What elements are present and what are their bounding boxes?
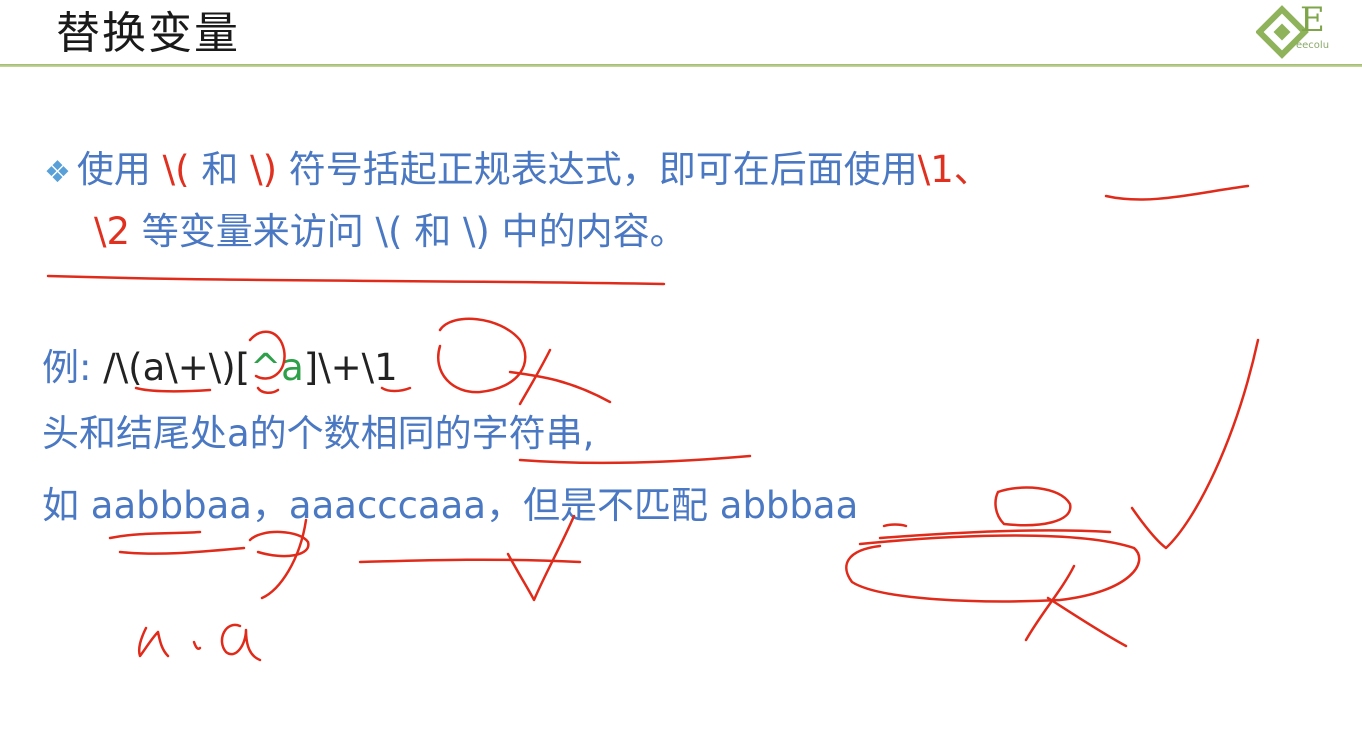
example-text: ，但是不匹配: [486, 484, 720, 527]
nonmatch-example: abbbaa: [719, 484, 859, 527]
ink-cross-nonmatch-1: [1024, 564, 1076, 642]
description-line-1: ❖ 使用 \( 和 \) 符号括起正规表达式，即可在后面使用\1、: [44, 146, 991, 197]
ink-mark-example-1b: [118, 546, 246, 555]
example-label: 例:: [42, 346, 92, 389]
regex-part-1: /\(a\+\)[: [91, 346, 251, 389]
ink-circle-nonmatch: [994, 486, 1072, 527]
ink-circle-example-1: [248, 530, 310, 558]
ink-scribble-aa-3: [220, 623, 262, 662]
example-punct: ，: [251, 484, 289, 527]
ink-cross-regex-2: [518, 348, 552, 406]
example-regex-line: 例: /\(a\+\)[^a]\+\1: [42, 344, 398, 392]
description-line-2: \2 等变量来访问 \( 和 \) 中的内容。: [94, 208, 687, 256]
regex-negated-class: ^a: [250, 346, 304, 389]
ink-underline-example-2: [358, 558, 582, 564]
slide-title: 替换变量: [56, 8, 240, 59]
match-example-2: aaacccaaa: [288, 484, 486, 527]
desc-text: 符号括起正规表达式，即可在后面使用: [277, 148, 918, 191]
desc-text: 等变量来访问 \( 和 \) 中的内容。: [130, 210, 687, 253]
title-divider: [0, 64, 1362, 67]
ink-stroke-example-1: [260, 518, 308, 600]
ink-underline-nonmatch: [882, 523, 908, 528]
example-explanation: 头和结尾处a的个数相同的字符串,: [42, 412, 595, 455]
desc-text: 和: [189, 148, 251, 191]
logo-text: E: [1300, 0, 1325, 40]
backref-1-token: \1: [917, 148, 954, 191]
ink-cross-nonmatch-2: [1046, 596, 1128, 648]
match-example-1: aabbbaa: [90, 484, 252, 527]
example-matches-line: 如 aabbbaa，aaacccaaa，但是不匹配 abbbaa: [42, 482, 858, 530]
ink-underline-backref: [1104, 184, 1250, 201]
desc-text: 使用: [76, 148, 163, 191]
ink-big-check: [1130, 338, 1260, 550]
ink-mark-example-1a: [108, 530, 202, 540]
ink-oval-nonmatch: [845, 534, 1141, 603]
open-group-token: \(: [162, 148, 190, 191]
ink-underline-line2: [46, 274, 666, 286]
ink-cross-regex: [508, 370, 612, 404]
ink-line-nonmatch: [878, 529, 1112, 540]
close-group-token: \): [250, 148, 278, 191]
backref-2-token: \2: [94, 210, 131, 253]
ink-scribble-aa-1: [138, 626, 170, 658]
example-text: 如: [42, 484, 91, 527]
diamond-bullet-icon: ❖: [44, 155, 71, 190]
regex-part-2: ]\+\1: [303, 346, 398, 389]
ink-circle-backref: [437, 317, 527, 394]
desc-punct: 、: [953, 148, 991, 191]
logo-subtext: eecolu: [1296, 40, 1330, 51]
ink-scribble-aa-2: [192, 640, 202, 650]
